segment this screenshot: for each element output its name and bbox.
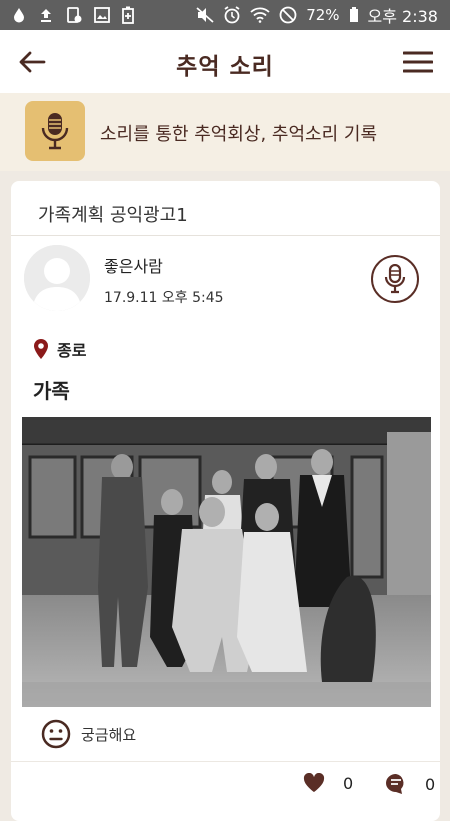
upload-icon [38,7,54,23]
mute-icon [196,7,214,23]
record-banner[interactable]: 소리를 통한 추억회상, 추억소리 기록 [0,93,450,171]
comment-button[interactable]: 0 [385,773,435,795]
microphone-icon [41,113,69,150]
heart-icon [303,773,325,792]
battery-saver-icon [122,6,134,24]
post-card: 가족계획 공익광고1 좋은사람 17.9.11 오후 5:45 종로 가족 궁금… [11,181,440,821]
like-button[interactable]: 0 [303,773,353,793]
download-icon [66,6,82,24]
banner-text: 소리를 통한 추억회상, 추억소리 기록 [100,124,378,145]
battery-percent: 72% [306,6,340,24]
status-bar: 72% 오후 2:38 [0,0,450,30]
play-sound-button[interactable] [371,255,419,303]
menu-button[interactable] [400,44,436,80]
clock: 오후 2:38 [367,7,438,26]
avatar[interactable] [24,245,90,311]
water-drop-icon [12,7,26,23]
divider [11,761,440,762]
post-title: 가족계획 공익광고1 [38,205,188,226]
reaction-label: 궁금해요 [81,725,137,744]
location-label: 종로 [57,341,87,360]
neutral-face-icon [41,719,71,749]
default-avatar-icon [24,245,90,311]
banner-mic-tile [25,101,85,161]
microphone-icon [384,264,406,294]
post-photo[interactable] [22,417,431,707]
like-count: 0 [343,773,354,793]
alarm-icon [223,6,241,24]
comment-icon [386,774,404,794]
page-title: 추억 소리 [176,54,274,80]
reaction-curious[interactable]: 궁금해요 [41,719,136,749]
battery-icon [349,7,359,23]
post-date: 17.9.11 오후 5:45 [104,290,224,306]
comment-count: 0 [425,774,436,794]
location-pin-icon [34,339,48,359]
family-portrait-image [22,417,431,707]
do-not-disturb-icon [279,6,297,24]
hamburger-menu-icon [403,51,433,73]
author-name[interactable]: 좋은사람 [104,253,163,277]
post-text: 가족 [33,379,70,403]
image-icon [94,7,110,23]
app-bar: 추억 소리 [0,30,450,93]
wifi-icon [250,7,270,23]
location[interactable]: 종로 [33,337,86,361]
divider [11,235,440,236]
